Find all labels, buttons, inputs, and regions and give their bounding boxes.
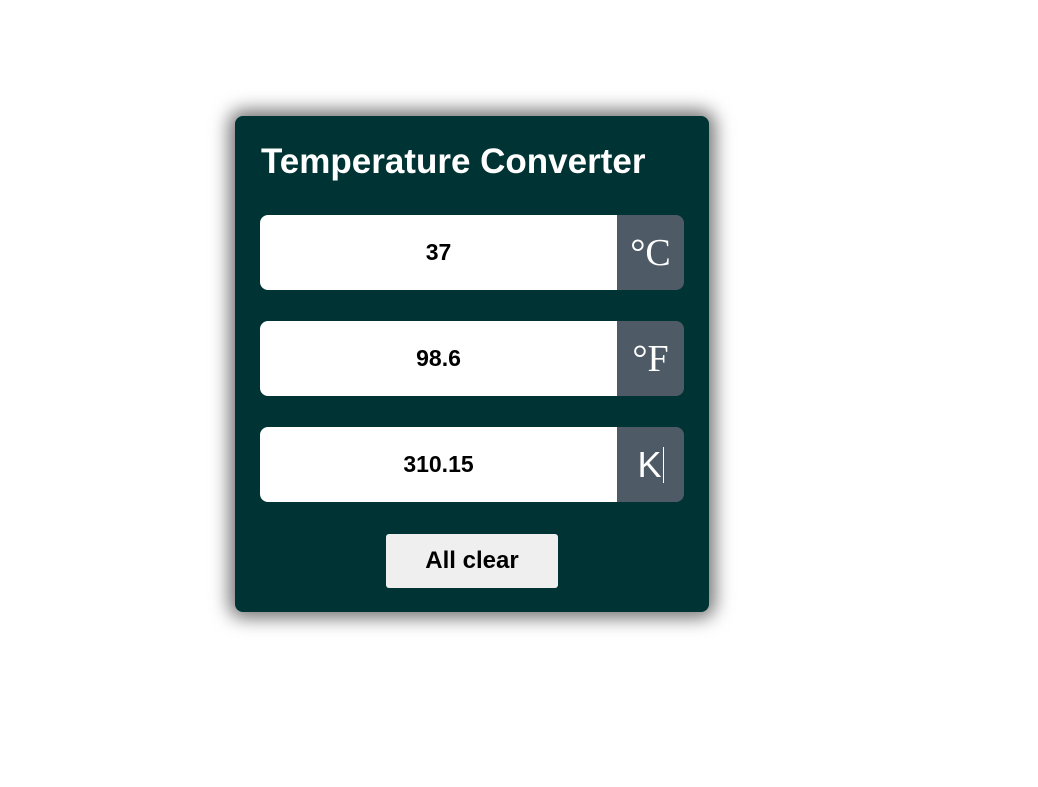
text-caret xyxy=(662,446,664,483)
fahrenheit-input[interactable] xyxy=(260,321,617,396)
all-clear-button[interactable]: All clear xyxy=(386,534,558,588)
kelvin-unit-label: K xyxy=(617,427,684,502)
kelvin-unit-text: K xyxy=(637,443,662,485)
converter-card: Temperature Converter °C °F K All clear xyxy=(235,116,709,612)
fahrenheit-row: °F xyxy=(260,321,684,396)
fahrenheit-unit-label: °F xyxy=(617,321,684,396)
celsius-unit-label: °C xyxy=(617,215,684,290)
kelvin-row: K xyxy=(260,427,684,502)
celsius-row: °C xyxy=(260,215,684,290)
page-title: Temperature Converter xyxy=(261,142,646,181)
celsius-input[interactable] xyxy=(260,215,617,290)
kelvin-input[interactable] xyxy=(260,427,617,502)
